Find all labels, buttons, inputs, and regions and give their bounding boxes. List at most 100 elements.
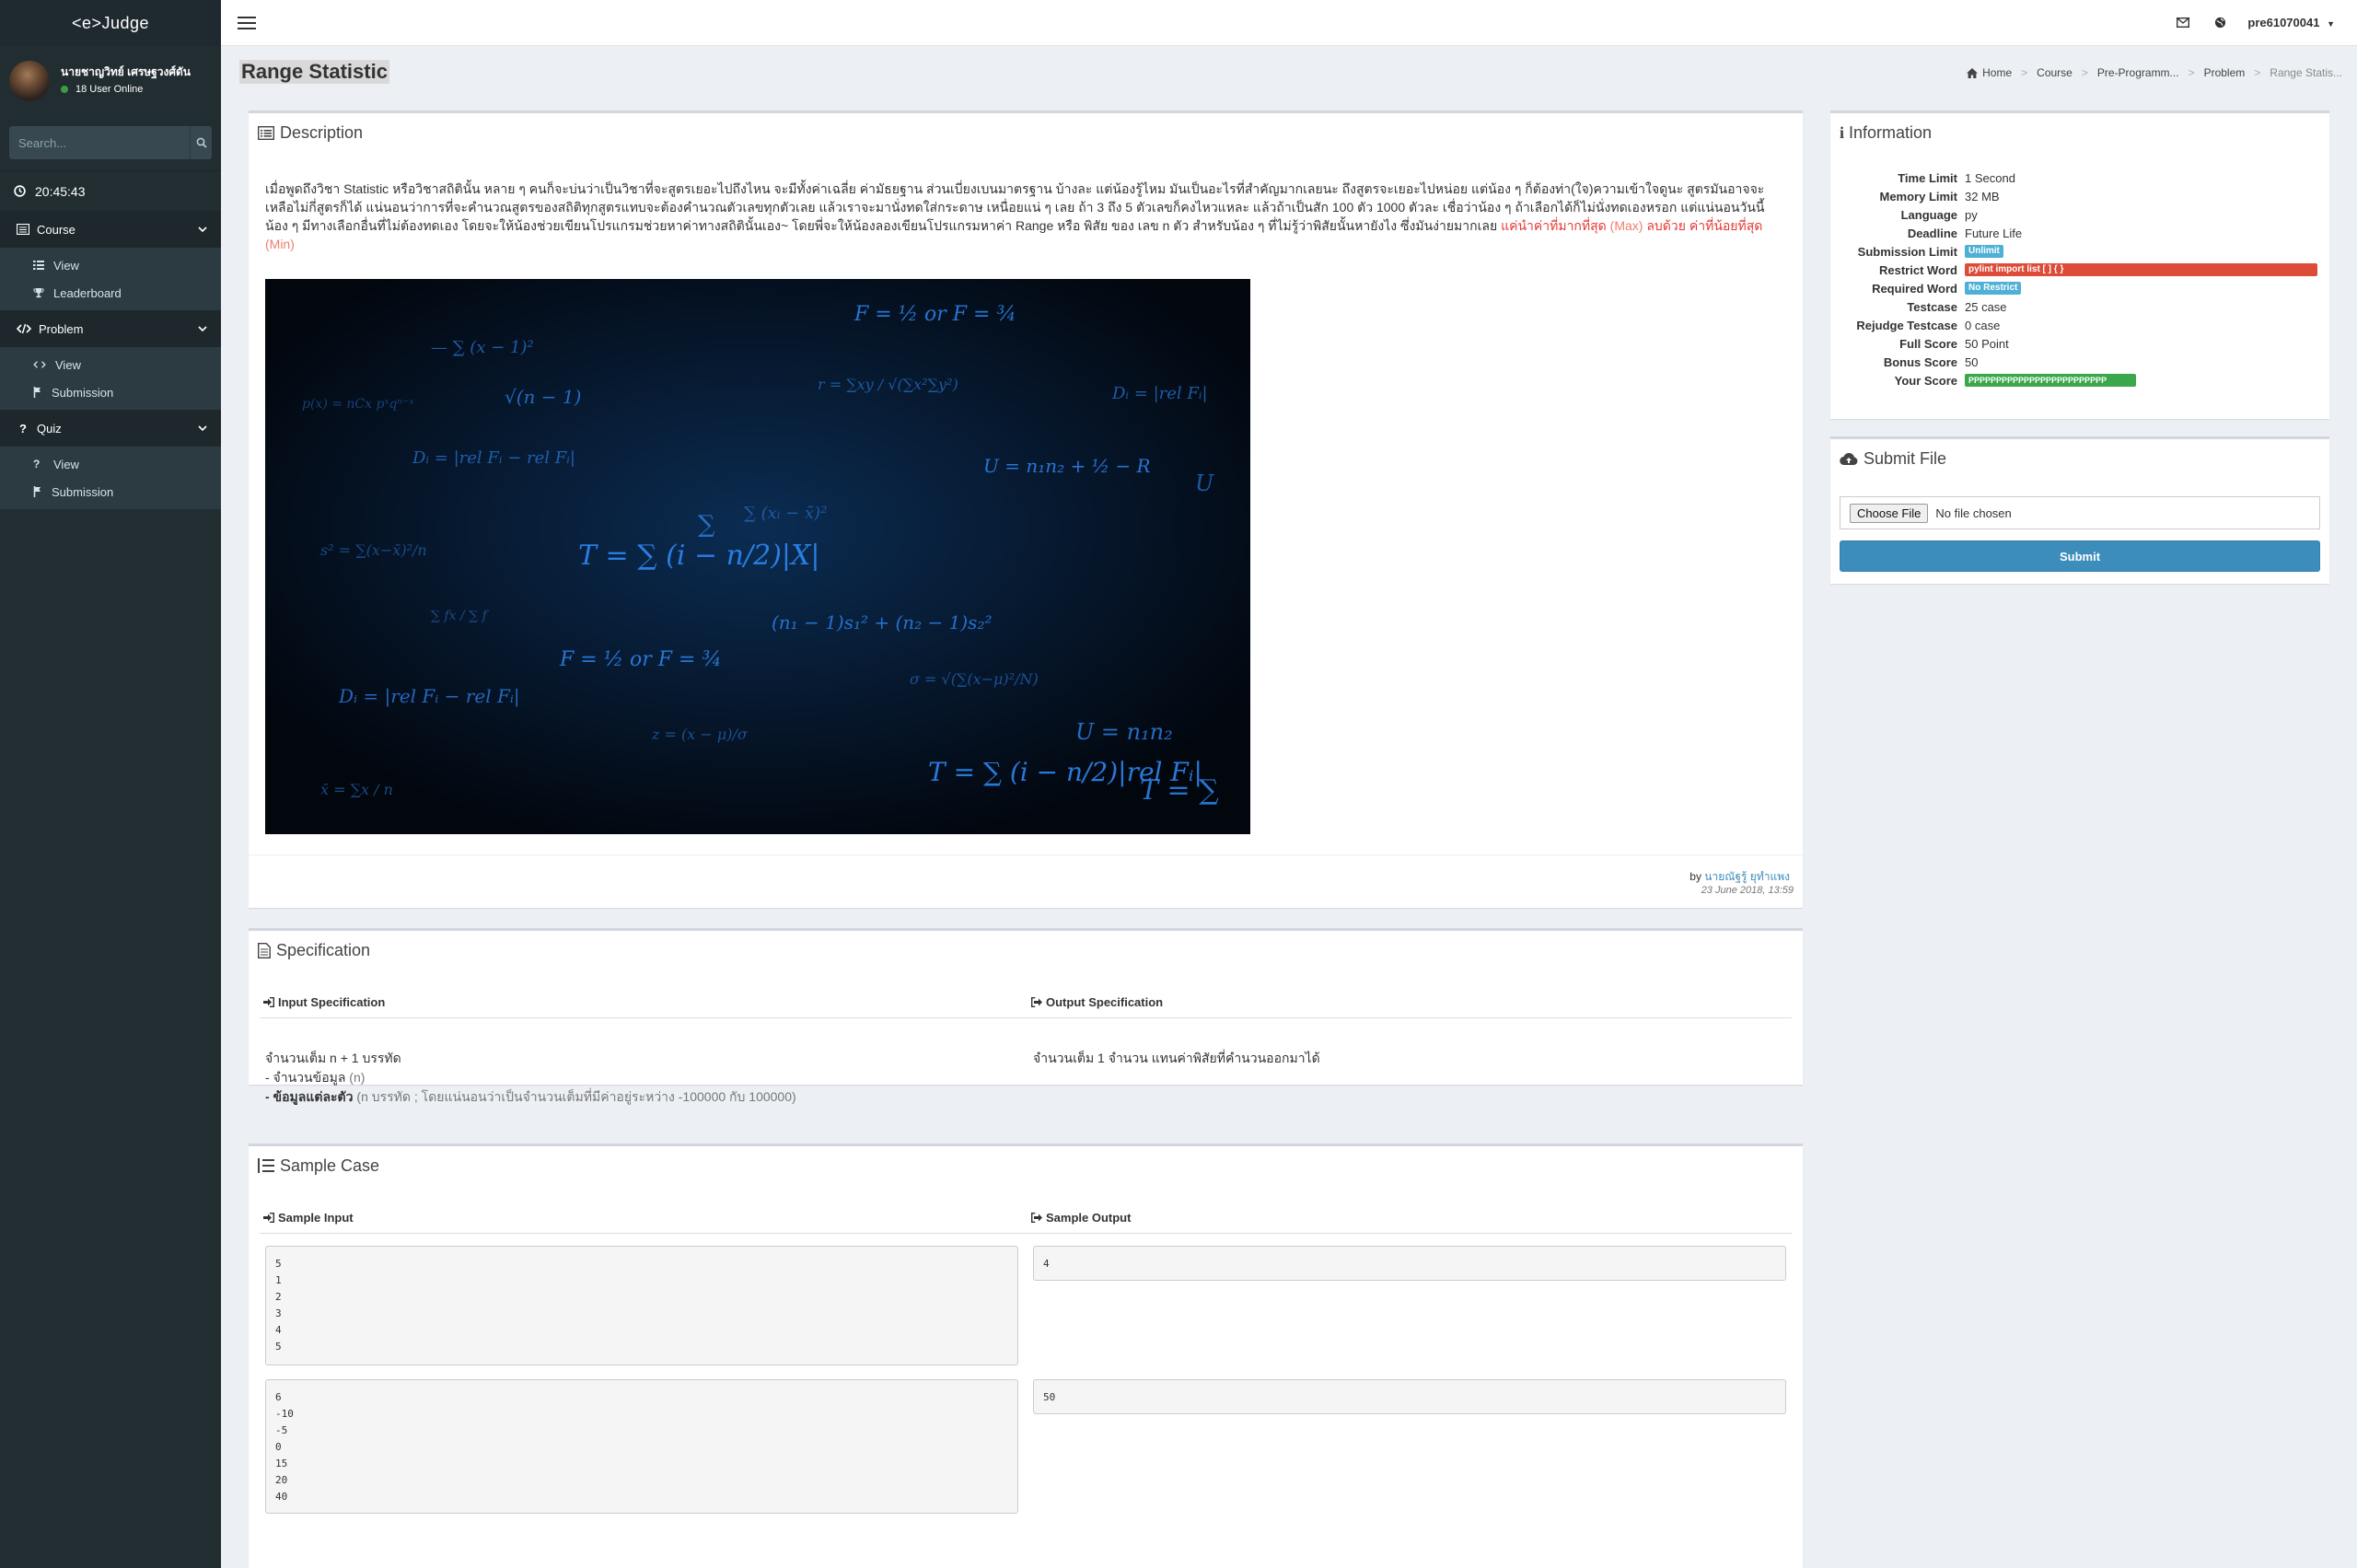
- info-key: Full Score: [1899, 336, 1957, 351]
- sidebar-item-quiz-view[interactable]: ? View: [0, 450, 221, 478]
- sample-case-title: Sample Case: [249, 1146, 1803, 1185]
- breadcrumb: Home > Course > Pre-Programm... > Proble…: [1967, 66, 2342, 79]
- info-key: Language: [1900, 207, 1957, 222]
- info-value: 50: [1965, 354, 1979, 369]
- cloud-upload-icon: [1840, 452, 1858, 465]
- search-icon: [196, 137, 207, 148]
- search-button[interactable]: [190, 126, 212, 159]
- menu-quiz-label: Quiz: [37, 421, 62, 436]
- breadcrumb-separator: >: [2254, 66, 2261, 79]
- sidebar-item-problem-view[interactable]: View: [0, 351, 221, 378]
- file-text-icon: [258, 942, 271, 958]
- output-spec-text: จำนวนเต็ม 1 จำนวน แทนค่าพิสัยที่คำนวนออก…: [1033, 1051, 1320, 1065]
- sidebar-item-label: View: [55, 357, 81, 372]
- choose-file-button[interactable]: Choose File: [1850, 503, 1929, 523]
- author-link[interactable]: นายณัฐรู้ ยุทำแพง: [1704, 870, 1790, 883]
- envelope-icon: [2177, 17, 2190, 28]
- user-name: นายชาญวิทย์ เศรษฐวงศ์ดัน: [61, 65, 191, 78]
- information-title: i Information: [1830, 113, 2329, 152]
- search-input[interactable]: [9, 126, 190, 159]
- input-spec-line2-label: - จำนวนข้อมูล: [265, 1070, 346, 1085]
- status-badge: pylint import list [ ] { }: [1965, 263, 2317, 276]
- input-spec-heading-text: Input Specification: [278, 995, 386, 1009]
- menu-problem-label: Problem: [39, 321, 84, 336]
- hamburger-icon: [238, 16, 256, 29]
- sample-input-1[interactable]: 5 1 2 3 4 5: [265, 1246, 1018, 1365]
- clock-time: 20:45:43: [35, 183, 86, 199]
- svg-text:z = (x − μ)/σ: z = (x − μ)/σ: [651, 726, 749, 743]
- info-value: py: [1965, 207, 1978, 222]
- dashboard-icon: [17, 224, 29, 235]
- list-alt-icon: [258, 125, 274, 140]
- sample-output-1[interactable]: 4: [1033, 1246, 1786, 1281]
- clock: 20:45:43: [0, 170, 221, 211]
- highlight-max: แค่นำค่าที่มากที่สุด: [1501, 218, 1607, 233]
- svg-text:T = ∑ (i − n/2)|X|: T = ∑ (i − n/2)|X|: [578, 540, 819, 572]
- caret-down-icon: ▼: [2327, 19, 2335, 29]
- user-menu[interactable]: pre61070041 ▼: [2238, 16, 2357, 29]
- specification-title-text: Specification: [276, 940, 371, 959]
- sidebar-item-course-view[interactable]: View: [0, 251, 221, 279]
- language-button[interactable]: [2201, 0, 2238, 46]
- info-value: 32 MB: [1965, 189, 2000, 203]
- specification-box: Specification Input Specification Output…: [249, 928, 1803, 1104]
- menu-quiz[interactable]: ? Quiz: [0, 410, 221, 447]
- username: pre61070041: [2247, 16, 2320, 29]
- sidebar-item-problem-submission[interactable]: Submission: [0, 378, 221, 406]
- sample-output-2[interactable]: 50: [1033, 1379, 1786, 1414]
- breadcrumb-home[interactable]: Home: [1982, 66, 2012, 79]
- breadcrumb-course[interactable]: Course: [2037, 66, 2073, 79]
- menu-course[interactable]: Course: [0, 211, 221, 248]
- submit-button[interactable]: Submit: [1840, 540, 2320, 572]
- question-icon: ?: [33, 458, 41, 470]
- info-key: Required Word: [1872, 281, 1957, 296]
- svg-text:U: U: [1195, 470, 1214, 496]
- chevron-down-icon: [198, 425, 207, 432]
- specification-title: Specification: [249, 931, 1803, 970]
- course-submenu: View Leaderboard: [0, 248, 221, 310]
- sample-divider: [260, 1233, 1792, 1234]
- info-row-language: Language py: [1830, 205, 2328, 224]
- sidebar-item-label: Submission: [52, 484, 114, 499]
- messages-button[interactable]: [2165, 0, 2201, 46]
- sidebar-item-label: View: [53, 258, 79, 273]
- globe-icon: [2214, 17, 2225, 29]
- info-key: Rejudge Testcase: [1856, 318, 1957, 332]
- code-icon: [33, 361, 46, 368]
- menu-course-label: Course: [37, 222, 75, 237]
- info-key: Deadline: [1907, 226, 1957, 240]
- sample-output-heading: Sample Output: [1031, 1211, 1131, 1225]
- info-row-memory-limit: Memory Limit 32 MB: [1830, 187, 2328, 205]
- app-logo[interactable]: <e>Judge: [0, 0, 221, 46]
- information-box: i Information Time Limit 1 Second Memory …: [1830, 110, 2329, 419]
- problem-submenu: View Submission: [0, 347, 221, 410]
- info-key: Bonus Score: [1883, 354, 1957, 369]
- info-key: Your Score: [1894, 373, 1957, 388]
- sample-input-2[interactable]: 6 -10 -5 0 15 20 40: [265, 1379, 1018, 1514]
- svg-text:(n₁ − 1)s₁² + (n₂ − 1)s₂²: (n₁ − 1)s₁² + (n₂ − 1)s₂²: [772, 611, 992, 633]
- breadcrumb-pre-programming[interactable]: Pre-Programm...: [2097, 66, 2179, 79]
- file-input[interactable]: Choose File No file chosen: [1840, 496, 2320, 529]
- sample-output-heading-text: Sample Output: [1046, 1211, 1132, 1225]
- sample-input-heading: Sample Input: [263, 1211, 354, 1225]
- svg-text:∑ (xᵢ − x̄)²: ∑ (xᵢ − x̄)²: [744, 504, 827, 523]
- description-box: Description เมื่อพูดถึงวิชา Statistic หร…: [249, 110, 1803, 908]
- flag-icon: [33, 486, 41, 497]
- input-spec-line2-note: (n): [349, 1070, 366, 1085]
- breadcrumb-problem[interactable]: Problem: [2204, 66, 2246, 79]
- input-spec-heading: Input Specification: [263, 995, 385, 1009]
- svg-text:σ = √(∑(x−μ)²/N): σ = √(∑(x−μ)²/N): [910, 670, 1039, 688]
- menu-problem[interactable]: Problem: [0, 310, 221, 347]
- svg-text:r = ∑xy / √(∑x²∑y²): r = ∑xy / √(∑x²∑y²): [818, 376, 958, 393]
- sidebar-item-leaderboard[interactable]: Leaderboard: [0, 279, 221, 307]
- svg-text:— ∑ (x − 1)²: — ∑ (x − 1)²: [431, 338, 534, 357]
- question-icon: ?: [19, 421, 27, 436]
- info-value: 50 Point: [1965, 336, 2009, 351]
- svg-text:s² = ∑(x−x̄)²/n: s² = ∑(x−x̄)²/n: [320, 541, 427, 559]
- sidebar: <e>Judge นายชาญวิทย์ เศรษฐวงศ์ดัน 18 Use…: [0, 0, 221, 1568]
- sidebar-item-quiz-submission[interactable]: Submission: [0, 478, 221, 505]
- sidebar-toggle-button[interactable]: [221, 0, 273, 46]
- info-value: Future Life: [1965, 226, 2023, 240]
- info-row-deadline: Deadline Future Life: [1830, 224, 2328, 242]
- author-prefix: by: [1689, 870, 1701, 883]
